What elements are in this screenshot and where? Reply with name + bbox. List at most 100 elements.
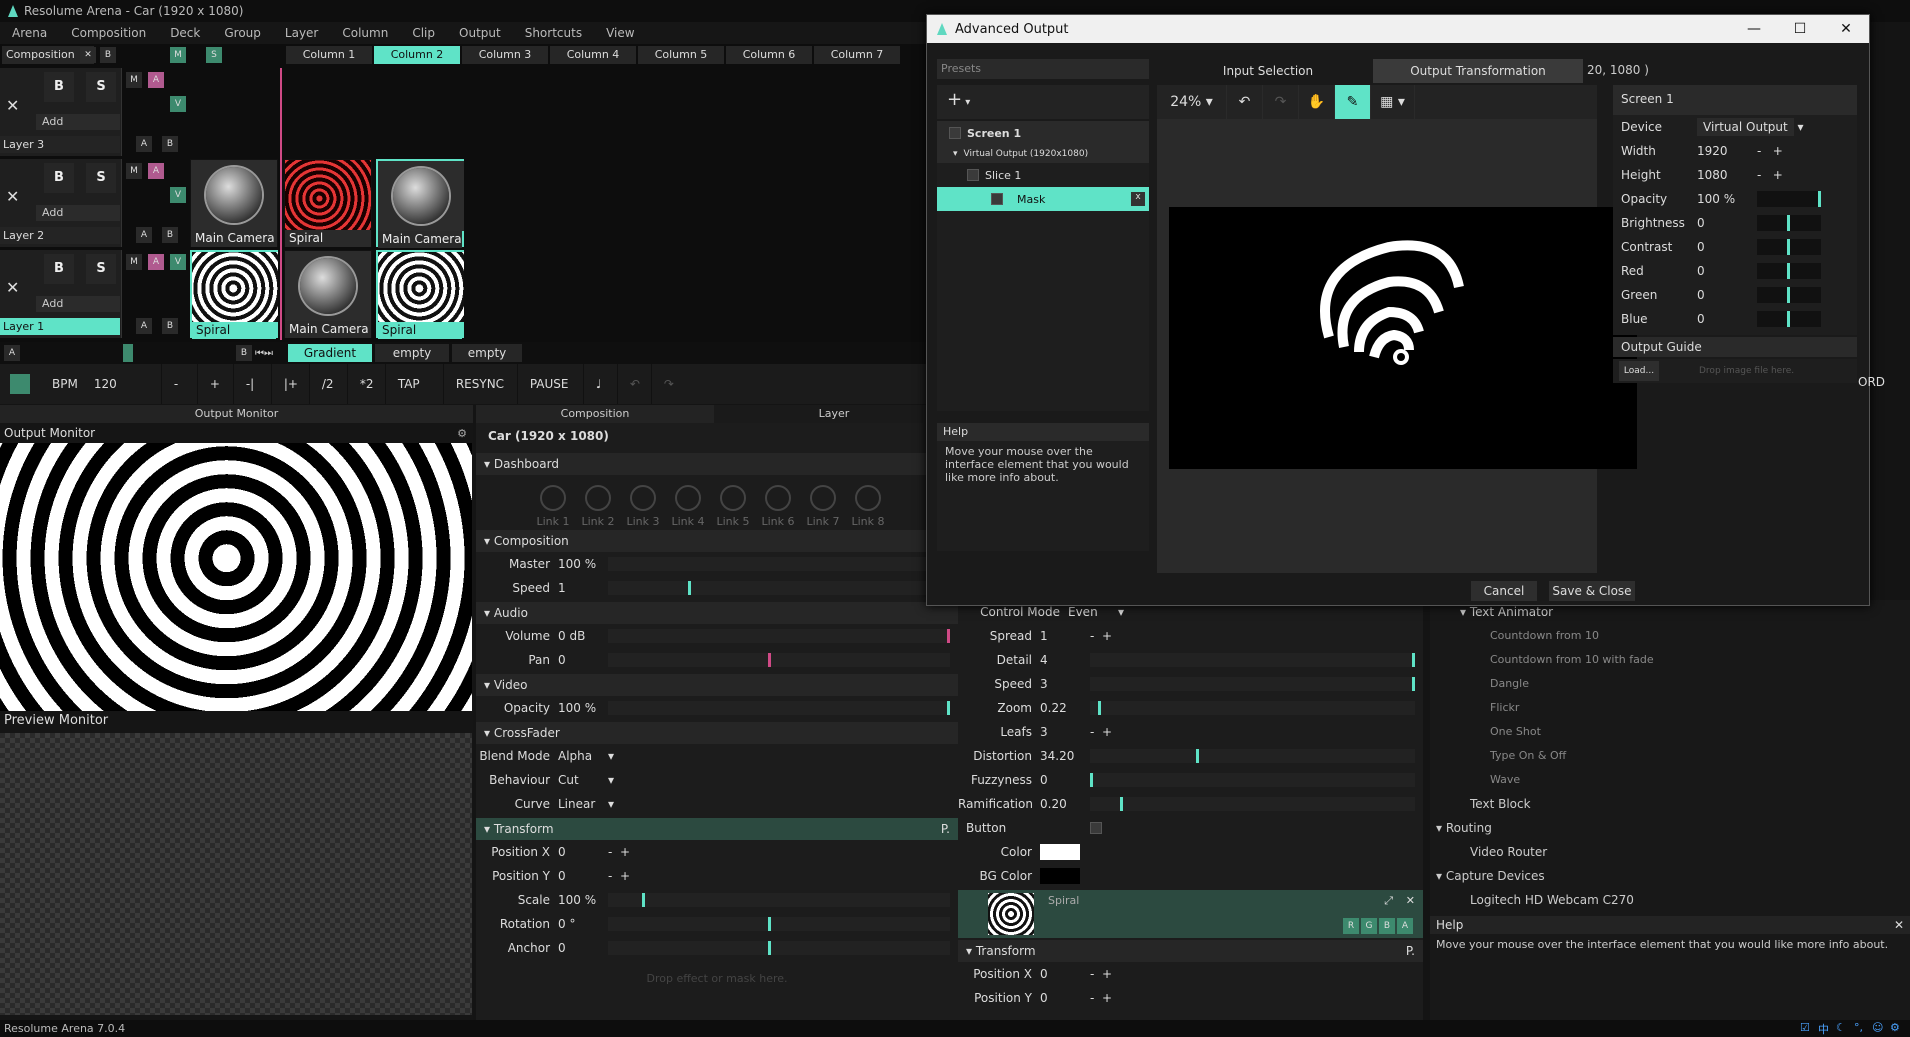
out-opacity-value[interactable]: 100 % (1697, 192, 1757, 206)
layer-2-v[interactable]: V (170, 187, 186, 203)
presets-dropdown[interactable]: Presets (937, 59, 1149, 79)
library-item[interactable]: Wave (1430, 768, 1910, 792)
bpm-plus-button[interactable]: + (198, 364, 234, 404)
layer-2-a-crossfade[interactable]: A (136, 227, 152, 243)
bpm-value[interactable]: 120 (82, 364, 162, 404)
deck-gradient[interactable]: Gradient (288, 344, 372, 362)
distortion-value[interactable]: 34.20 (1040, 749, 1090, 763)
tab-composition[interactable]: Composition (476, 405, 714, 423)
menu-layer[interactable]: Layer (273, 26, 330, 40)
link-5-knob[interactable]: Link 5 (716, 485, 750, 528)
help-close-icon[interactable]: ✕ (1894, 918, 1904, 932)
tree-screen-1[interactable]: Screen 1 (937, 121, 1149, 145)
zoom-value[interactable]: 0.22 (1040, 701, 1090, 715)
layer-3-name[interactable]: Layer 3 (0, 136, 120, 153)
tray-ime-icon[interactable]: 中 (1818, 1021, 1832, 1036)
nudge-left-button[interactable]: -| (234, 364, 272, 404)
red-value[interactable]: 0 (1697, 264, 1757, 278)
library-item[interactable]: Countdown from 10 with fade (1430, 648, 1910, 672)
posy-value[interactable]: 0 (558, 869, 608, 883)
control-mode-dropdown[interactable]: Even (1068, 605, 1118, 619)
layer-1-a[interactable]: A (148, 254, 164, 270)
undo-icon[interactable]: ↶ (618, 364, 652, 404)
distortion-slider[interactable] (1090, 749, 1415, 763)
curve-dropdown[interactable]: Linear (558, 797, 608, 811)
clip-layer1-col3[interactable]: Spiral (376, 250, 464, 339)
device-arrow-icon[interactable]: ▾ (1794, 120, 1804, 134)
tab-input-selection[interactable]: Input Selection (1163, 59, 1373, 83)
effect-posx-stepper[interactable]: - + (1090, 967, 1112, 981)
layer-3-a[interactable]: A (148, 72, 164, 88)
deck-b-button[interactable]: B (236, 345, 252, 361)
menu-output[interactable]: Output (447, 26, 513, 40)
layer-2-b-button[interactable]: B (44, 163, 74, 193)
contrast-value[interactable]: 0 (1697, 240, 1757, 254)
volume-slider[interactable] (608, 629, 950, 643)
g-toggle[interactable]: G (1361, 918, 1377, 934)
effect-posy-value[interactable]: 0 (1040, 991, 1090, 1005)
column-6[interactable]: Column 6 (726, 46, 812, 64)
tray-gear-icon[interactable]: ⚙ (1890, 1021, 1904, 1035)
clip-layer1-col1[interactable]: Spiral (190, 250, 278, 339)
tray-check-icon[interactable]: ☑ (1800, 1021, 1814, 1035)
layer-2-m[interactable]: M (126, 163, 142, 179)
layer-1-s-button[interactable]: S (86, 254, 116, 284)
anchor-slider[interactable] (608, 941, 950, 955)
b-toggle[interactable]: B (1379, 918, 1395, 934)
tray-punct-icon[interactable]: °, (1854, 1021, 1868, 1035)
close-icon[interactable]: ✕ (1823, 15, 1869, 43)
leafs-stepper[interactable]: - + (1090, 725, 1112, 739)
comp-b-button[interactable]: B (100, 47, 116, 63)
comp-s-button[interactable]: S (206, 47, 222, 63)
blue-value[interactable]: 0 (1697, 312, 1757, 326)
column-5[interactable]: Column 5 (638, 46, 724, 64)
menu-group[interactable]: Group (212, 26, 273, 40)
layer-2-b-crossfade[interactable]: B (162, 227, 178, 243)
layer-1-name[interactable]: Layer 1 (0, 318, 120, 335)
color-swatch[interactable] (1040, 844, 1080, 860)
column-2[interactable]: Column 2 (374, 46, 460, 64)
add-screen-button[interactable]: + ▾ (937, 85, 1149, 119)
video-router-item[interactable]: Video Router (1430, 840, 1910, 864)
posx-value[interactable]: 0 (558, 845, 608, 859)
layer-1-v[interactable]: V (170, 254, 186, 270)
link-7-knob[interactable]: Link 7 (806, 485, 840, 528)
red-slider[interactable] (1757, 263, 1821, 279)
menu-column[interactable]: Column (330, 26, 400, 40)
tap-button[interactable]: TAP (386, 364, 444, 404)
detail-slider[interactable] (1090, 653, 1415, 667)
clip-layer2-col3[interactable]: Main Camera (376, 159, 464, 248)
rotation-value[interactable]: 0 ° (558, 917, 608, 931)
dashboard-section[interactable]: ▾ Dashboard (476, 453, 958, 475)
link-2-knob[interactable]: Link 2 (581, 485, 615, 528)
device-dropdown[interactable]: Virtual Output (1697, 118, 1794, 136)
maximize-icon[interactable]: ☐ (1777, 15, 1823, 43)
speed-slider[interactable] (608, 581, 950, 595)
behaviour-dropdown[interactable]: Cut (558, 773, 608, 787)
width-stepper[interactable]: - + (1757, 144, 1783, 158)
deck-nav-icon[interactable]: ⏮⏭ (255, 348, 285, 359)
drop-guide-hint[interactable]: Drop image file here. (1699, 366, 1794, 376)
layer-1-a-crossfade[interactable]: A (136, 318, 152, 334)
ramification-slider[interactable] (1090, 797, 1415, 811)
half-button[interactable]: /2 (310, 364, 348, 404)
blend-dropdown[interactable]: Alpha (558, 749, 608, 763)
routing-folder[interactable]: ▾ Routing (1430, 816, 1910, 840)
column-3[interactable]: Column 3 (462, 46, 548, 64)
scale-value[interactable]: 100 % (558, 893, 608, 907)
mask-remove-icon[interactable]: x (1131, 192, 1145, 206)
tray-moon-icon[interactable]: ☾ (1836, 1021, 1850, 1035)
library-item[interactable]: Dangle (1430, 672, 1910, 696)
contrast-slider[interactable] (1757, 239, 1821, 255)
tree-slice-1[interactable]: Slice 1 (937, 163, 1149, 187)
column-1[interactable]: Column 1 (286, 46, 372, 64)
green-value[interactable]: 0 (1697, 288, 1757, 302)
clip-layer1-col2[interactable]: Main Camera (284, 250, 372, 338)
deck-empty-2[interactable]: empty (452, 344, 522, 362)
layer-2-a[interactable]: A (148, 163, 164, 179)
menu-clip[interactable]: Clip (400, 26, 447, 40)
edit-points-icon[interactable]: ✎ (1335, 85, 1371, 119)
detail-value[interactable]: 4 (1040, 653, 1090, 667)
cancel-button[interactable]: Cancel (1471, 581, 1537, 601)
bgcolor-swatch[interactable] (1040, 868, 1080, 884)
